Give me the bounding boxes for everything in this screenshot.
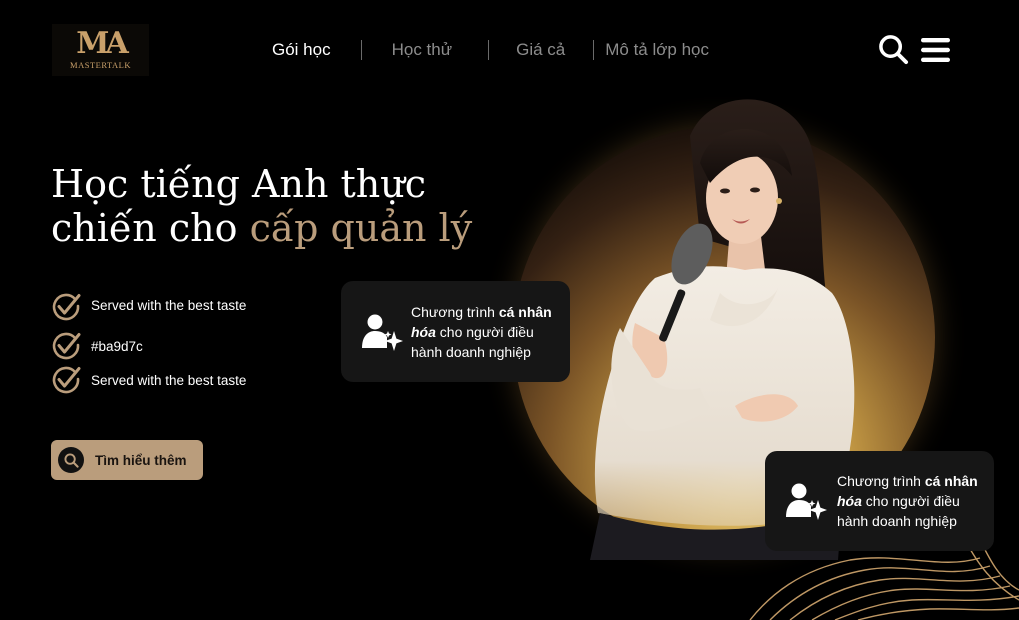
- feature-item: Served with the best taste: [51, 292, 246, 322]
- card-text-bold-italic: hóa: [411, 323, 436, 340]
- hero-title-accent: cấp quản lý: [249, 206, 473, 250]
- search-icon: [63, 452, 79, 468]
- check-circle-icon: [52, 366, 81, 394]
- card-text-bold: cá nhân: [498, 303, 552, 320]
- main-nav: Gói học Học thử Giá cả Mô tả lớp học: [272, 36, 709, 64]
- logo-text: MASTERTALK: [70, 60, 131, 70]
- feature-text: #ba9d7c: [91, 338, 143, 354]
- nav-item-hoc-thu[interactable]: Học thử: [392, 40, 453, 60]
- info-card: Chương trình cá nhân hóa cho người điều …: [765, 451, 994, 551]
- info-card: Chương trình cá nhân hóa cho người điều …: [341, 281, 570, 382]
- hero-title: Học tiếng Anh thực chiến cho cấp quản lý: [51, 162, 472, 250]
- feature-item: Served with the best taste: [51, 365, 246, 395]
- nav-item-mo-ta-lop-hoc[interactable]: Mô tả lớp học: [605, 40, 709, 60]
- check-circle-icon: [52, 293, 81, 321]
- cta-icon-wrap: [58, 447, 84, 473]
- card-text-prefix: Chương trình: [411, 303, 499, 320]
- user-sparkle-icon: [786, 483, 827, 520]
- card-text-bold: cá nhân: [924, 473, 978, 489]
- info-card-text: Chương trình cá nhân hóa cho người điều …: [411, 302, 561, 362]
- nav-separator: [593, 40, 595, 60]
- nav-separator: [488, 40, 490, 60]
- logo-mark: MA: [76, 26, 129, 61]
- nav-separator: [360, 40, 362, 60]
- check-circle-icon: [52, 332, 81, 360]
- user-sparkle-icon: [362, 314, 403, 351]
- info-card-text: Chương trình cá nhân hóa cho người điều …: [837, 471, 987, 531]
- learn-more-button[interactable]: Tìm hiểu thêm: [51, 440, 203, 480]
- learn-more-label: Tìm hiểu thêm: [95, 452, 187, 468]
- decorative-wave-lines: [749, 540, 1019, 620]
- hero-title-line1: Học tiếng Anh thực: [51, 162, 427, 206]
- feature-text: Served with the best taste: [91, 297, 247, 313]
- search-icon[interactable]: [878, 34, 909, 65]
- feature-text: Served with the best taste: [91, 372, 247, 388]
- hero-title-line2: chiến cho: [51, 206, 250, 250]
- menu-icon[interactable]: [921, 37, 950, 63]
- nav-item-goi-hoc[interactable]: Gói học: [272, 40, 331, 60]
- card-text-bold-italic: hóa: [837, 493, 862, 509]
- card-text-prefix: Chương trình: [837, 473, 925, 489]
- feature-list: Served with the best taste #ba9d7c Serve…: [51, 292, 246, 395]
- logo[interactable]: MA MASTERTALK: [52, 24, 149, 76]
- feature-item: #ba9d7c: [51, 331, 246, 361]
- nav-item-gia-ca[interactable]: Giá cả: [516, 40, 565, 60]
